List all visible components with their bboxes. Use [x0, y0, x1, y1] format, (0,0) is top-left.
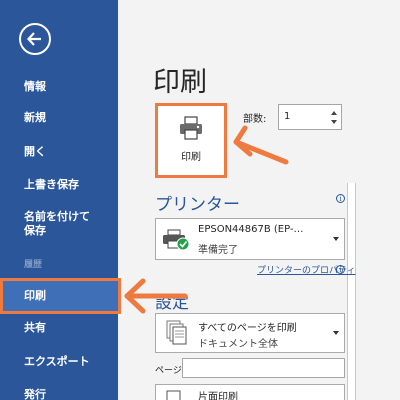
annotation-arrow-icon — [124, 278, 188, 314]
annotation-arrows — [124, 125, 289, 314]
annotation-arrow-icon — [233, 125, 289, 165]
